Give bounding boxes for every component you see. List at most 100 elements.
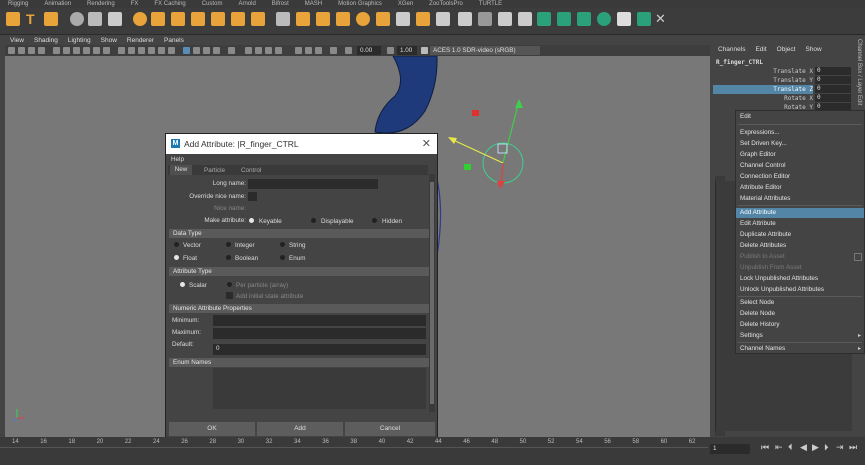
gamma-field[interactable]: 1.00 (397, 46, 417, 55)
attr-value[interactable]: 0 (815, 67, 851, 75)
menu-item-select-node[interactable]: Select Node (736, 298, 864, 308)
x-arrow-icon[interactable] (448, 137, 457, 144)
ab-icon[interactable] (315, 47, 322, 54)
control-rotate-icon[interactable] (557, 12, 571, 26)
gamma-dial-icon[interactable] (387, 47, 394, 54)
menu-item-delete-history[interactable]: Delete History (736, 320, 864, 330)
numeric-properties-header[interactable]: Numeric Attribute Properties (169, 304, 429, 313)
menu-item-attribute-editor[interactable]: Attribute Editor (736, 183, 864, 193)
step-forward-icon[interactable]: ⏵ (824, 442, 829, 453)
safe-action-icon[interactable] (103, 47, 110, 54)
textured-icon[interactable] (148, 47, 155, 54)
timeline[interactable]: 14 16 18 20 22 24 26 28 30 32 34 36 38 40 42 44 46 48 50 52… (0, 437, 708, 465)
step-back-key-icon[interactable]: ⇤ (775, 442, 783, 453)
detach-icon[interactable] (171, 12, 185, 26)
override-checkbox[interactable] (248, 192, 257, 201)
close-icon[interactable]: ✕ (422, 137, 431, 150)
displayable-radio[interactable] (311, 218, 316, 223)
shelf-tab[interactable]: Rigging (0, 0, 36, 8)
shelf-tab[interactable]: Custom (194, 0, 231, 8)
checker-icon[interactable] (617, 12, 631, 26)
attr-row[interactable]: Rotate X0 (713, 94, 853, 103)
step-forward-key-icon[interactable]: ⇥ (836, 442, 844, 453)
attr-value[interactable]: 0 (815, 76, 851, 84)
deform-icon[interactable] (376, 12, 390, 26)
play-forward-icon[interactable]: ▶ (812, 442, 819, 453)
tab-particle[interactable]: Particle (204, 167, 225, 174)
x-axis-handle[interactable] (450, 138, 504, 164)
channel-box-menu-item[interactable]: Show (800, 46, 826, 53)
grid-icon[interactable] (336, 12, 350, 26)
menu-item-material-attributes[interactable]: Material Attributes (736, 194, 864, 204)
shelf-tab[interactable]: MASH (297, 0, 330, 8)
menu-item-expressions[interactable]: Expressions... (736, 128, 864, 138)
isolate-select-icon[interactable] (245, 47, 252, 54)
shelf-tab[interactable]: Bifrost (264, 0, 297, 8)
bind-icon[interactable] (151, 12, 165, 26)
shelf-tab[interactable]: XGen (390, 0, 421, 8)
check-icon[interactable] (436, 12, 450, 26)
ok-button[interactable]: OK (169, 422, 255, 436)
pose-icon[interactable] (518, 12, 532, 26)
shelf-tab[interactable]: Animation (36, 0, 79, 8)
shelf-tab[interactable]: Motion Graphics (330, 0, 390, 8)
minimum-input[interactable] (213, 315, 426, 326)
shelf-tab[interactable]: ZooToolsPro (421, 0, 471, 8)
attr-value[interactable]: 0 (815, 94, 851, 102)
scrollbar-thumb[interactable] (430, 182, 434, 404)
control-circle-icon[interactable] (637, 12, 651, 26)
menu-item-delete-attributes[interactable]: Delete Attributes (736, 241, 864, 251)
attr-value[interactable]: 0 (815, 85, 851, 93)
viewport-menu-item[interactable]: Show (96, 36, 122, 45)
sculpt-icon[interactable] (458, 12, 472, 26)
viewport-menu-item[interactable]: Renderer (122, 36, 159, 45)
menu-item-duplicate-attribute[interactable]: Duplicate Attribute (736, 230, 864, 240)
integer-radio[interactable] (226, 242, 231, 247)
joint-tool-icon[interactable] (6, 12, 20, 26)
exposure-dial-icon[interactable] (345, 47, 352, 54)
default-input[interactable]: 0 (213, 344, 426, 355)
dialog-scrollbar[interactable] (429, 174, 435, 412)
hidden-radio[interactable] (372, 218, 377, 223)
color-management-icon[interactable] (421, 47, 428, 54)
blend-icon[interactable] (211, 12, 225, 26)
exposure-field[interactable]: 0.00 (357, 46, 381, 55)
boolean-radio[interactable] (226, 255, 231, 260)
viewport-menu-item[interactable]: Lighting (63, 36, 96, 45)
add-button[interactable]: Add (257, 422, 343, 436)
shelf-tab[interactable]: FX (123, 0, 147, 8)
menu-item-graph-editor[interactable]: Graph Editor (736, 150, 864, 160)
control-cube-icon[interactable] (577, 12, 591, 26)
attr-row-selected[interactable]: Translate Z (713, 85, 813, 94)
menu-item-delete-node[interactable]: Delete Node (736, 309, 864, 319)
ik-tool-icon[interactable] (70, 12, 84, 26)
menu-item-settings[interactable]: Settings (736, 331, 864, 341)
skin-icon[interactable] (133, 12, 147, 26)
current-frame-field[interactable]: 1 (710, 444, 750, 454)
vector-radio[interactable] (174, 242, 179, 247)
isolate-icon[interactable] (193, 47, 200, 54)
enum-radio[interactable] (280, 255, 285, 260)
channel-box-menu-item[interactable]: Edit (750, 46, 771, 53)
shelf-tab[interactable]: Arnold (230, 0, 263, 8)
plane-handle-green[interactable] (464, 164, 471, 170)
lights-icon[interactable] (158, 47, 165, 54)
xray-icon[interactable] (183, 47, 190, 54)
attr-value-cell[interactable]: 0 (813, 85, 853, 94)
mirror-icon[interactable] (498, 12, 512, 26)
channel-box-menu-item[interactable]: Channels (713, 46, 750, 53)
shelf-tab[interactable]: FX Caching (146, 0, 193, 8)
menu-item-channel-control[interactable]: Channel Control (736, 161, 864, 171)
film-gate-icon[interactable] (63, 47, 70, 54)
dialog-title-bar[interactable]: M Add Attribute: |R_finger_CTRL ✕ (166, 134, 437, 154)
aa-icon[interactable] (213, 47, 220, 54)
y-axis-handle[interactable] (502, 100, 520, 164)
grid-toggle-icon[interactable] (53, 47, 60, 54)
control-arrow-icon[interactable] (597, 12, 611, 26)
gamma-icon[interactable] (295, 47, 302, 54)
float-radio[interactable] (174, 255, 179, 260)
menu-item-edit[interactable]: Edit (736, 112, 864, 122)
maximum-input[interactable] (213, 328, 426, 339)
gate-mask-icon[interactable] (83, 47, 90, 54)
smooth-shade-icon[interactable] (128, 47, 135, 54)
